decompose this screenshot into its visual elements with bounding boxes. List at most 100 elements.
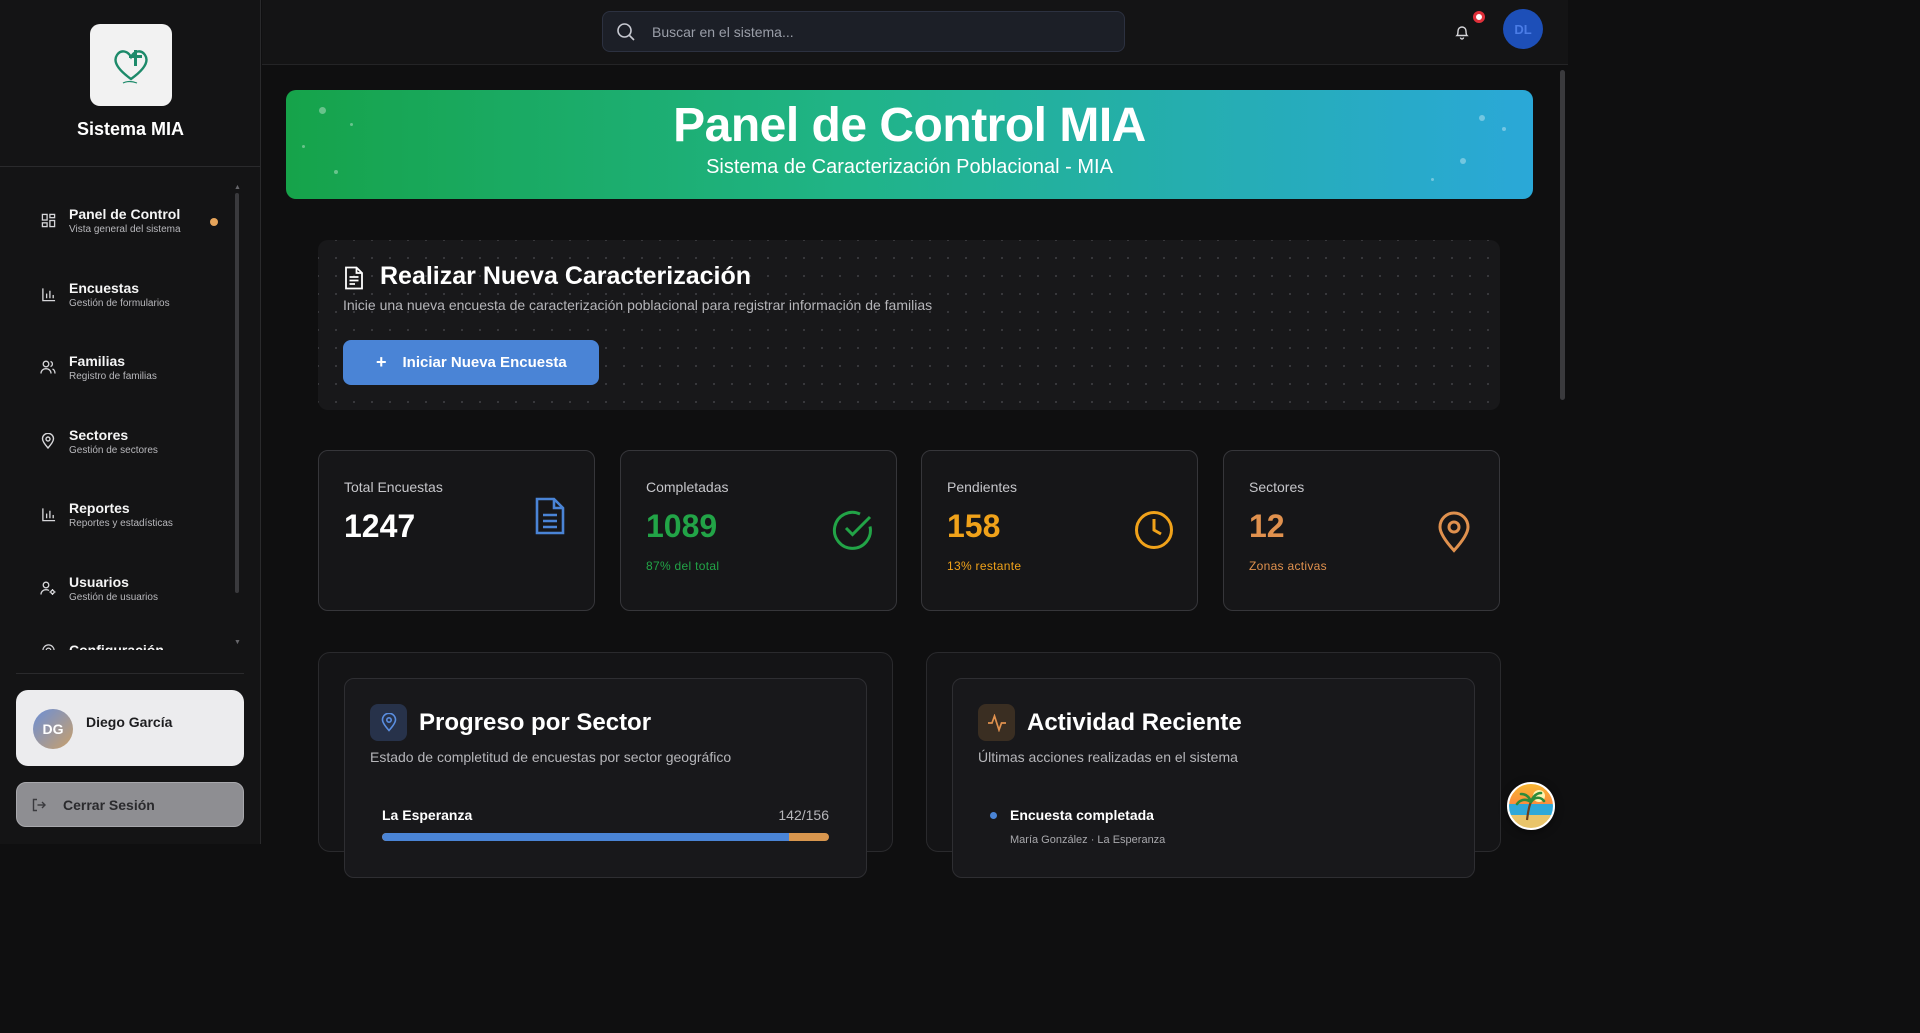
scroll-down-arrow-icon[interactable]: ▼	[234, 639, 241, 646]
notification-badge	[1473, 11, 1485, 23]
notifications-bell-icon[interactable]	[1452, 22, 1472, 42]
bar-chart-icon	[40, 286, 56, 302]
page-title: Panel de Control MIA	[673, 99, 1146, 152]
check-circle-icon	[832, 509, 874, 551]
sector-progress-bar	[382, 833, 829, 841]
page-subtitle: Sistema de Caracterización Poblacional -…	[706, 156, 1113, 178]
app-name: Sistema MIA	[76, 119, 185, 139]
sector-name: La Esperanza	[382, 807, 473, 823]
new-survey-description: Inicie una nueva encuesta de caracteriza…	[343, 297, 933, 313]
user-name: Diego García	[86, 714, 173, 730]
logout-label: Cerrar Sesión	[63, 796, 155, 813]
sidebar-item-subtitle: Registro de familias	[69, 370, 157, 382]
start-survey-label: Iniciar Nueva Encuesta	[402, 354, 567, 371]
sidebar-divider	[0, 166, 261, 167]
palm-tree-icon	[1515, 790, 1546, 821]
sidebar-item-label: Panel de Control	[69, 205, 181, 222]
sidebar-item-encuestas[interactable]: Encuestas Gestión de formularios	[20, 266, 230, 322]
floating-assistant-button[interactable]	[1507, 782, 1555, 830]
user-avatar[interactable]: DL	[1503, 9, 1543, 49]
sidebar-item-subtitle: Gestión de usuarios	[69, 591, 158, 603]
stat-label: Total Encuestas	[344, 479, 443, 495]
activity-bullet	[990, 812, 997, 819]
sidebar-divider	[16, 673, 244, 674]
dashboard-icon	[40, 212, 56, 228]
stat-value: 158	[947, 508, 1001, 544]
sidebar-item-subtitle: Vista general del sistema	[69, 223, 181, 235]
app-logo[interactable]	[90, 24, 172, 106]
new-survey-title: Realizar Nueva Caracterización	[380, 262, 752, 290]
progress-title: Progreso por Sector	[419, 709, 652, 736]
sidebar-item-subtitle: Reportes y estadísticas	[69, 517, 173, 529]
avatar: DG	[33, 709, 73, 749]
user-profile-card[interactable]: DG Diego García	[16, 690, 244, 766]
stat-label: Pendientes	[947, 479, 1018, 495]
stat-value: 1247	[344, 508, 416, 544]
progress-bar-fill	[382, 833, 789, 841]
settings-icon	[40, 642, 56, 650]
stat-card-completadas: Completadas 1089 87% del total	[620, 450, 897, 611]
search-input[interactable]	[652, 23, 1092, 40]
sidebar-item-label: Familias	[69, 352, 126, 369]
bar-chart-icon	[40, 506, 56, 522]
sidebar-item-reportes[interactable]: Reportes Reportes y estadísticas	[20, 486, 230, 542]
activity-item-title: Encuesta completada	[1010, 807, 1154, 823]
logout-button[interactable]: Cerrar Sesión	[16, 782, 244, 827]
progress-subtitle: Estado de completitud de encuestas por s…	[370, 749, 732, 765]
plus-icon: +	[376, 352, 387, 372]
top-bar: DL	[262, 0, 1568, 65]
sidebar-item-subtitle: Gestión de formularios	[69, 297, 170, 309]
sidebar-item-label: Usuarios	[69, 573, 129, 590]
stat-note: Zonas activas	[1249, 559, 1327, 573]
hero-banner: Panel de Control MIA Sistema de Caracter…	[286, 90, 1533, 199]
heart-cross-logo-icon	[114, 50, 148, 84]
stat-card-pendientes: Pendientes 158 13% restante	[921, 450, 1198, 611]
sidebar-nav: Panel de Control Vista general del siste…	[0, 170, 245, 650]
progress-card: Progreso por Sector Estado de completitu…	[344, 678, 867, 878]
main-scrollbar[interactable]	[1560, 70, 1565, 400]
sidebar-item-label: Encuestas	[69, 279, 140, 296]
sidebar-item-label: Sectores	[69, 426, 129, 443]
sidebar-item-familias[interactable]: Familias Registro de familias	[20, 339, 230, 395]
document-icon	[344, 266, 364, 290]
stat-card-sectores: Sectores 12 Zonas activas	[1223, 450, 1500, 611]
active-indicator	[210, 217, 218, 226]
sidebar-item-panel-de-control[interactable]: Panel de Control Vista general del siste…	[20, 192, 230, 248]
sidebar-item-subtitle: Gestión de sectores	[69, 444, 158, 456]
new-survey-card: Realizar Nueva Caracterización Inicie un…	[318, 240, 1500, 410]
activity-title: Actividad Reciente	[1027, 709, 1242, 736]
sidebar-scrollbar[interactable]	[235, 193, 239, 593]
start-survey-button[interactable]: + Iniciar Nueva Encuesta	[343, 340, 599, 385]
sector-count: 142/156	[778, 807, 829, 823]
activity-pulse-icon	[978, 704, 1015, 741]
sidebar: Sistema MIA Panel de Control Vista gener…	[0, 0, 261, 844]
user-cog-icon	[40, 580, 56, 596]
stat-label: Sectores	[1249, 479, 1305, 495]
sidebar-item-usuarios[interactable]: Usuarios Gestión de usuarios	[20, 560, 230, 616]
stat-note: 13% restante	[947, 559, 1022, 573]
sidebar-item-label: Reportes	[69, 499, 130, 516]
search-icon	[616, 22, 636, 42]
activity-item-meta: María González · La Esperanza	[1010, 834, 1166, 846]
map-pin-icon	[40, 433, 56, 449]
progress-panel: Progreso por Sector Estado de completitu…	[318, 652, 893, 878]
activity-card: Actividad Reciente Últimas acciones real…	[952, 678, 1475, 878]
scroll-up-arrow-icon[interactable]: ▲	[234, 184, 241, 191]
sidebar-item-configuracion[interactable]: Configuración	[20, 622, 230, 650]
sidebar-item-label: Configuración	[69, 642, 164, 650]
stat-note: 87% del total	[646, 559, 720, 573]
logout-icon	[31, 797, 47, 813]
stat-label: Completadas	[646, 479, 729, 495]
search-bar[interactable]	[602, 11, 1125, 52]
users-icon	[40, 359, 56, 375]
stat-card-total: Total Encuestas 1247	[318, 450, 595, 611]
document-icon	[534, 496, 566, 536]
sidebar-item-sectores[interactable]: Sectores Gestión de sectores	[20, 413, 230, 469]
map-pin-icon	[1437, 511, 1471, 553]
stat-value: 12	[1249, 508, 1285, 544]
map-pin-icon	[370, 704, 407, 741]
clock-icon	[1133, 509, 1175, 551]
stat-value: 1089	[646, 508, 718, 544]
activity-subtitle: Últimas acciones realizadas en el sistem…	[978, 749, 1238, 765]
activity-panel: Actividad Reciente Últimas acciones real…	[926, 652, 1501, 878]
